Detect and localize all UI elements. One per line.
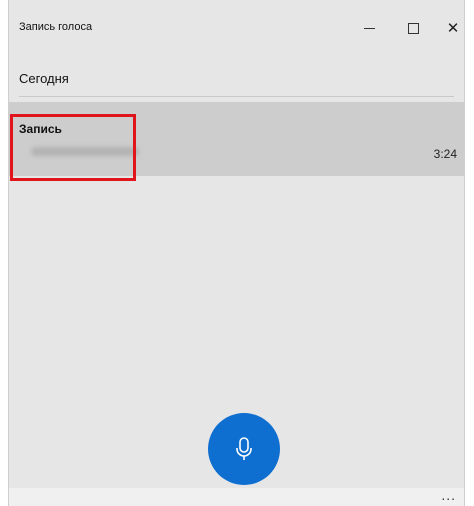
close-button[interactable]: ✕: [433, 10, 473, 46]
window-title: Запись голоса: [19, 21, 93, 33]
highlight-annotation: [10, 114, 136, 181]
record-button[interactable]: [208, 413, 280, 485]
section-divider: [19, 96, 454, 97]
title-bar: Запись голоса ✕: [9, 0, 464, 56]
minimize-icon: [363, 27, 375, 29]
section-title-today: Сегодня: [19, 71, 69, 86]
voice-recorder-window: Запись голоса ✕ Сегодня Запись 3:24 ...: [8, 0, 465, 506]
bottom-app-bar: ...: [9, 487, 464, 506]
microphone-icon: [236, 437, 252, 460]
recording-duration: 3:24: [433, 147, 457, 161]
minimize-button[interactable]: [349, 10, 389, 46]
maximize-button[interactable]: [393, 10, 433, 46]
close-icon: ✕: [446, 20, 460, 37]
more-options-button[interactable]: ...: [441, 487, 456, 503]
maximize-icon: [407, 22, 419, 34]
